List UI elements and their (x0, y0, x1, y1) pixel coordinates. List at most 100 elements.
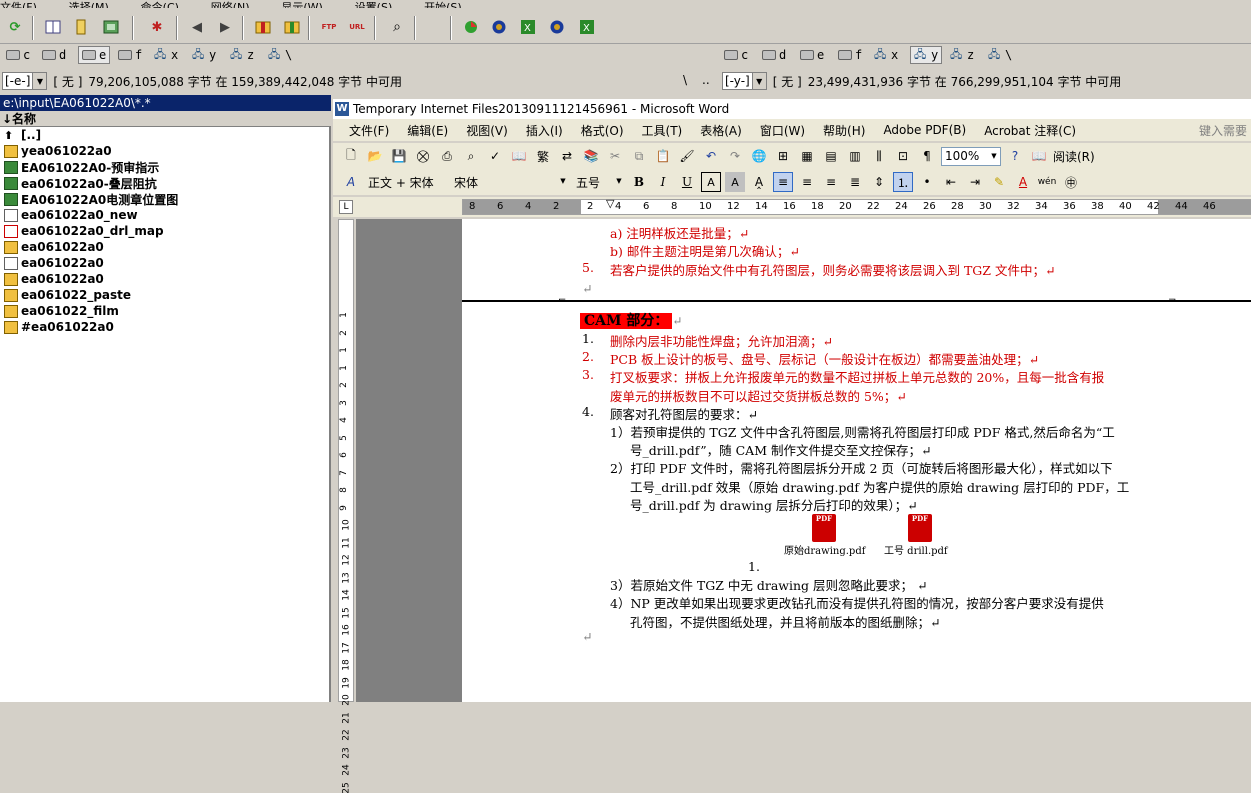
paste-icon[interactable]: 📋 (653, 146, 673, 166)
format-painter-icon[interactable]: 🖌 (677, 146, 697, 166)
save-icon[interactable]: 💾 (389, 146, 409, 166)
menu-start[interactable]: 开始(S) (424, 0, 462, 8)
font-color-icon[interactable]: A (1013, 172, 1033, 192)
align-left-icon[interactable]: ≡ (773, 172, 793, 192)
italic-icon[interactable]: I (653, 172, 673, 192)
file-row[interactable]: ea061022a0_drl_map (0, 223, 329, 239)
refresh-icon[interactable]: ⟳ (4, 16, 26, 38)
drive-y-button[interactable]: 🖧 y (910, 46, 943, 64)
show-hide-icon[interactable]: ¶ (917, 146, 937, 166)
drive-z-button[interactable]: 🖧 z (230, 46, 254, 64)
menu-file[interactable]: 文件(F) (349, 122, 389, 139)
select-icon[interactable]: ✱ (146, 16, 168, 38)
menu-format[interactable]: 格式(O) (581, 122, 624, 139)
menu-insert[interactable]: 插入(I) (526, 122, 563, 139)
menu-net[interactable]: 网络(N) (211, 0, 250, 8)
char-scale-icon[interactable]: A̭ (749, 172, 769, 192)
excel-icon[interactable]: X (517, 16, 539, 38)
file-row[interactable]: ea061022_paste (0, 287, 329, 303)
spelling-icon[interactable]: ✓ (485, 146, 505, 166)
ftp-icon[interactable]: FTP (318, 16, 340, 38)
right-drive-combo[interactable]: [-y-] ▼ (722, 72, 767, 90)
menu-command[interactable]: 命令(C) (141, 0, 179, 8)
vertical-ruler[interactable]: 1 2 1 1 2 3 4 5 6 7 8 9 10 11 12 13 14 15 16 17 18 19 20 21 22 23… (338, 219, 354, 793)
attachment-label[interactable]: 原始drawing.pdf (784, 542, 865, 557)
name-column-header[interactable]: ↓名称 (0, 111, 331, 127)
drive-network-button[interactable]: 🖧 \ (268, 46, 292, 64)
research-book-icon[interactable]: 📚 (581, 146, 601, 166)
globe-icon[interactable] (488, 16, 510, 38)
drive-z-button[interactable]: 🖧 z (950, 46, 974, 64)
binoculars-icon[interactable]: ⌕ (386, 16, 408, 38)
attachment-label[interactable]: 工号 drill.pdf (884, 542, 948, 557)
open-folder-icon[interactable]: 📂 (365, 146, 385, 166)
char-border-icon[interactable]: A (701, 172, 721, 192)
document-map-icon[interactable]: ⊡ (893, 146, 913, 166)
cut-icon[interactable]: ✂ (605, 146, 625, 166)
print-icon[interactable]: ⎙ (437, 146, 457, 166)
numbering-icon[interactable]: ⒈ (893, 172, 913, 192)
drive-f-button[interactable]: f (838, 46, 862, 64)
file-row[interactable]: EA061022A0-预审指示 (0, 159, 329, 175)
parent-dir-button[interactable]: .. (702, 73, 710, 87)
justify-icon[interactable]: ≣ (845, 172, 865, 192)
file-row[interactable]: EA061022A0电测章位置图 (0, 191, 329, 207)
drive-y-button[interactable]: 🖧 y (192, 46, 216, 64)
thumbnail-view-icon[interactable] (100, 16, 122, 38)
help-icon[interactable]: ? (1005, 146, 1025, 166)
hyperlink-icon[interactable]: 🌐 (749, 146, 769, 166)
menu-table[interactable]: 表格(A) (700, 122, 742, 139)
pdf-icon[interactable]: PDF (908, 514, 932, 542)
font-select[interactable]: 宋体 ▼ (451, 172, 569, 192)
menu-settings[interactable]: 设置(S) (355, 0, 393, 8)
permission-icon[interactable]: ⛒ (413, 146, 433, 166)
tables-borders-icon[interactable]: ⊞ (773, 146, 793, 166)
drive-f-button[interactable]: f (118, 46, 142, 64)
line-spacing-icon[interactable]: ⇕ (869, 172, 889, 192)
menu-show[interactable]: 显示(W) (281, 0, 322, 8)
tab-selector[interactable]: L (339, 200, 353, 214)
translate-icon[interactable]: ⇄ (557, 146, 577, 166)
increase-indent-icon[interactable]: ⇥ (965, 172, 985, 192)
drawing-icon[interactable]: ⫼ (869, 146, 889, 166)
copy-icon[interactable]: ⧉ (629, 146, 649, 166)
traditional-chinese-icon[interactable]: 繁 (533, 146, 553, 166)
app-shortcut-icon[interactable] (460, 16, 482, 38)
read-mode-icon[interactable]: 📖 (1029, 146, 1049, 166)
menu-window[interactable]: 窗口(W) (760, 122, 805, 139)
menu-help[interactable]: 帮助(H) (823, 122, 865, 139)
phonetic-guide-icon[interactable]: wén (1037, 172, 1057, 192)
menu-view[interactable]: 视图(V) (466, 122, 508, 139)
undo-icon[interactable]: ↶ (701, 146, 721, 166)
enclose-char-icon[interactable]: ㊥ (1061, 172, 1081, 192)
menu-tools[interactable]: 工具(T) (642, 122, 683, 139)
back-icon[interactable]: ◀ (186, 16, 208, 38)
file-row[interactable]: ea061022a0 (0, 255, 329, 271)
research-icon[interactable]: 📖 (509, 146, 529, 166)
font-size-select[interactable]: 五号 ▼ (573, 172, 625, 192)
char-shading-icon[interactable]: A (725, 172, 745, 192)
insert-excel-icon[interactable]: ▤ (821, 146, 841, 166)
drive-e-button[interactable]: e (800, 46, 824, 64)
menu-select[interactable]: 选择(M) (69, 0, 109, 8)
bullets-icon[interactable]: • (917, 172, 937, 192)
tree-view-icon[interactable] (70, 16, 92, 38)
url-icon[interactable]: URL (346, 16, 368, 38)
globe-icon[interactable] (546, 16, 568, 38)
file-row[interactable]: ea061022a0_new (0, 207, 329, 223)
left-drive-combo[interactable]: [-e-] ▼ (2, 72, 48, 90)
styles-pane-icon[interactable]: A (341, 172, 361, 192)
file-row[interactable]: ea061022_film (0, 303, 329, 319)
horizontal-ruler[interactable]: 8 6 4 2 2 4 6 8 10 12 14 16 18 20 22 24 26 28 30 32 34 36 38 40… (462, 197, 1251, 215)
excel-icon[interactable]: X (576, 16, 598, 38)
indent-marker-icon[interactable]: ▽ (606, 197, 614, 210)
menu-file[interactable]: 文件(F) (0, 0, 37, 8)
drive-x-button[interactable]: 🖧 x (874, 46, 898, 64)
menu-edit[interactable]: 编辑(E) (407, 122, 448, 139)
drive-e-button[interactable]: e (78, 46, 111, 64)
help-search-box[interactable]: 键入需要 (1199, 122, 1251, 139)
insert-table-icon[interactable]: ▦ (797, 146, 817, 166)
underline-icon[interactable]: U (677, 172, 697, 192)
align-center-icon[interactable]: ≡ (797, 172, 817, 192)
drive-d-button[interactable]: d (762, 46, 786, 64)
